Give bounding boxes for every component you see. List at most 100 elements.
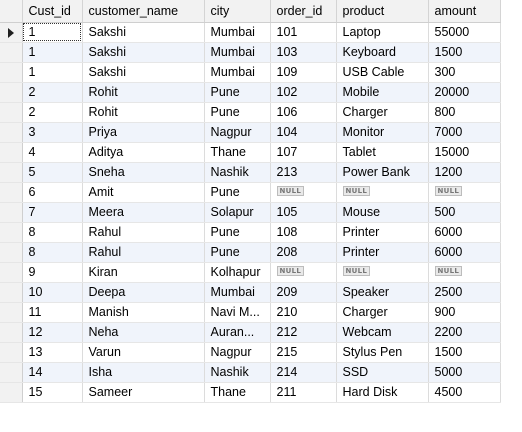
table-row[interactable]: 9 Kiran Kolhapur NULL NULL NULL [0,262,501,283]
cell-customer-name[interactable]: Manish [82,302,205,323]
cell-product[interactable]: NULL [336,262,429,283]
cell-customer-name[interactable]: Aditya [82,142,205,163]
column-header-product[interactable]: product [336,0,429,23]
cell-order-id[interactable]: NULL [270,182,337,203]
cell-product[interactable]: Mouse [336,202,429,223]
cell-product[interactable]: Charger [336,302,429,323]
corner-cell[interactable] [0,0,23,23]
cell-amount[interactable]: 2200 [428,322,501,343]
result-grid[interactable]: Cust_id customer_name city order_id prod… [0,0,501,403]
table-row[interactable]: 14 Isha Nashik 214 SSD 5000 [0,362,501,383]
cell-customer-name[interactable]: Priya [82,122,205,143]
cell-customer-name[interactable]: Amit [82,182,205,203]
column-header-city[interactable]: city [204,0,271,23]
row-header[interactable] [0,42,23,63]
cell-amount[interactable]: 5000 [428,362,501,383]
cell-cust-id[interactable]: 5 [22,162,83,183]
cell-amount[interactable]: 300 [428,62,501,83]
table-row[interactable]: 11 Manish Navi M... 210 Charger 900 [0,302,501,323]
cell-amount[interactable]: 800 [428,102,501,123]
cell-order-id[interactable]: 101 [270,22,337,43]
table-row[interactable]: 4 Aditya Thane 107 Tablet 15000 [0,142,501,163]
cell-amount[interactable]: 1200 [428,162,501,183]
column-header-cust-id[interactable]: Cust_id [22,0,83,23]
cell-product[interactable]: Tablet [336,142,429,163]
cell-city[interactable]: Pune [204,242,271,263]
cell-product[interactable]: SSD [336,362,429,383]
cell-order-id[interactable]: 210 [270,302,337,323]
cell-customer-name[interactable]: Sneha [82,162,205,183]
table-row[interactable]: 15 Sameer Thane 211 Hard Disk 4500 [0,382,501,403]
cell-product[interactable]: Printer [336,242,429,263]
column-header-amount[interactable]: amount [428,0,501,23]
cell-amount[interactable]: 1500 [428,342,501,363]
cell-cust-id[interactable]: 2 [22,82,83,103]
cell-amount[interactable]: 1500 [428,42,501,63]
cell-cust-id[interactable]: 10 [22,282,83,303]
cell-order-id[interactable]: 208 [270,242,337,263]
row-header[interactable] [0,382,23,403]
cell-customer-name[interactable]: Rohit [82,102,205,123]
table-row[interactable]: 1 Sakshi Mumbai 103 Keyboard 1500 [0,42,501,63]
cell-amount[interactable]: 55000 [428,22,501,43]
row-header[interactable] [0,22,23,43]
row-header[interactable] [0,242,23,263]
cell-city[interactable]: Nashik [204,162,271,183]
cell-product[interactable]: Charger [336,102,429,123]
cell-order-id[interactable]: NULL [270,262,337,283]
cell-city[interactable]: Pune [204,82,271,103]
cell-customer-name[interactable]: Sakshi [82,62,205,83]
table-row[interactable]: 2 Rohit Pune 102 Mobile 20000 [0,82,501,103]
column-header-customer-name[interactable]: customer_name [82,0,205,23]
row-header[interactable] [0,202,23,223]
cell-product[interactable]: Speaker [336,282,429,303]
cell-cust-id[interactable]: 1 [22,62,83,83]
cell-city[interactable]: Kolhapur [204,262,271,283]
table-row[interactable]: 5 Sneha Nashik 213 Power Bank 1200 [0,162,501,183]
cell-city[interactable]: Auran... [204,322,271,343]
row-header[interactable] [0,62,23,83]
cell-cust-id[interactable]: 8 [22,222,83,243]
table-row[interactable]: 1 Sakshi Mumbai 109 USB Cable 300 [0,62,501,83]
cell-city[interactable]: Pune [204,102,271,123]
cell-order-id[interactable]: 102 [270,82,337,103]
cell-customer-name[interactable]: Sameer [82,382,205,403]
cell-cust-id[interactable]: 6 [22,182,83,203]
cell-city[interactable]: Thane [204,382,271,403]
cell-cust-id[interactable]: 1 [22,22,83,43]
row-header[interactable] [0,322,23,343]
cell-city[interactable]: Mumbai [204,282,271,303]
row-header[interactable] [0,82,23,103]
cell-customer-name[interactable]: Neha [82,322,205,343]
cell-city[interactable]: Solapur [204,202,271,223]
cell-product[interactable]: Webcam [336,322,429,343]
row-header[interactable] [0,362,23,383]
row-header[interactable] [0,182,23,203]
cell-cust-id[interactable]: 7 [22,202,83,223]
cell-order-id[interactable]: 215 [270,342,337,363]
cell-amount[interactable]: NULL [428,182,501,203]
cell-cust-id[interactable]: 12 [22,322,83,343]
cell-city[interactable]: Nagpur [204,122,271,143]
table-row[interactable]: 2 Rohit Pune 106 Charger 800 [0,102,501,123]
cell-city[interactable]: Nagpur [204,342,271,363]
cell-amount[interactable]: 6000 [428,222,501,243]
cell-product[interactable]: Mobile [336,82,429,103]
cell-product[interactable]: NULL [336,182,429,203]
cell-order-id[interactable]: 108 [270,222,337,243]
cell-order-id[interactable]: 104 [270,122,337,143]
cell-customer-name[interactable]: Kiran [82,262,205,283]
cell-order-id[interactable]: 211 [270,382,337,403]
table-row[interactable]: 8 Rahul Pune 208 Printer 6000 [0,242,501,263]
cell-product[interactable]: Laptop [336,22,429,43]
cell-product[interactable]: Keyboard [336,42,429,63]
cell-amount[interactable]: 20000 [428,82,501,103]
cell-customer-name[interactable]: Rahul [82,242,205,263]
cell-city[interactable]: Nashik [204,362,271,383]
row-header[interactable] [0,142,23,163]
cell-cust-id[interactable]: 9 [22,262,83,283]
table-row[interactable]: 10 Deepa Mumbai 209 Speaker 2500 [0,282,501,303]
cell-customer-name[interactable]: Deepa [82,282,205,303]
cell-cust-id[interactable]: 4 [22,142,83,163]
row-header[interactable] [0,282,23,303]
